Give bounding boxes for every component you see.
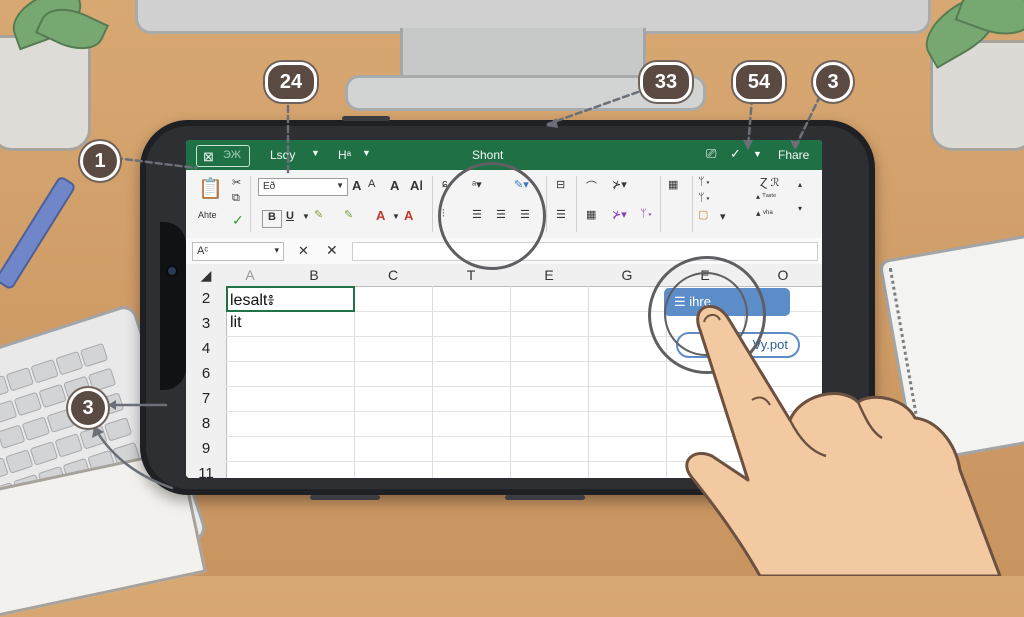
pointing-hand [685,305,1002,576]
